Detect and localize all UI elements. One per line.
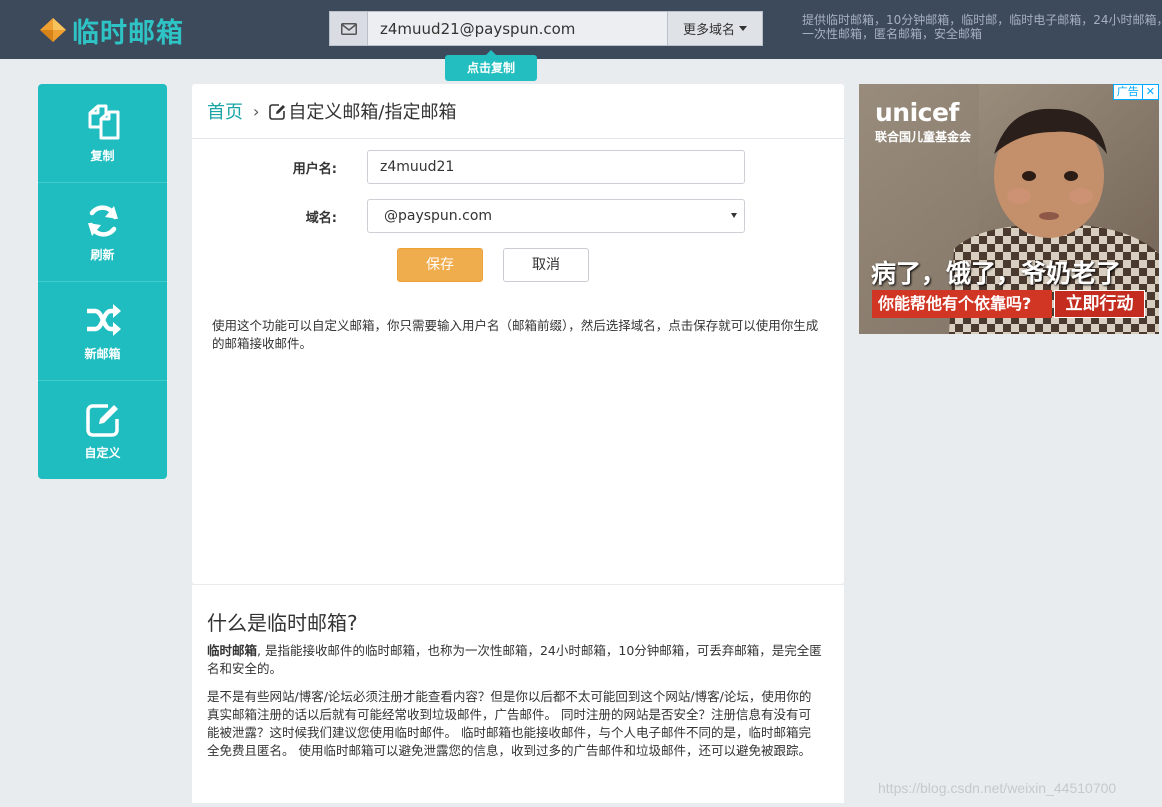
about-paragraph-1: 临时邮箱, 是指能接收邮件的临时邮箱，也称为一次性邮箱，24小时邮箱，10分钟邮… xyxy=(207,642,822,678)
ad-label: 广告 xyxy=(1116,85,1139,98)
unicef-logo: unicef xyxy=(875,98,959,127)
sidebar-item-label: 复制 xyxy=(90,148,115,163)
copy-icon xyxy=(88,104,119,139)
domain-select[interactable]: @payspun.com xyxy=(367,199,745,233)
edit-icon xyxy=(85,403,119,437)
ad-badge[interactable]: 广告 ✕ xyxy=(1112,84,1159,100)
sidebar-item-label: 刷新 xyxy=(90,247,115,262)
username-row: 用户名: z4muud21 xyxy=(192,150,745,184)
email-address-field[interactable]: z4muud21@payspun.com xyxy=(368,11,668,46)
site-tagline: 提供临时邮箱，10分钟邮箱，临时邮，临时电子邮箱，24小时邮箱，一次性邮箱，匿名… xyxy=(802,13,1162,41)
more-domains-label: 更多域名 xyxy=(682,23,735,38)
sidebar-item-copy[interactable]: 复制 xyxy=(38,84,167,183)
refresh-icon xyxy=(87,204,118,237)
sidebar-item-custom[interactable]: 自定义 xyxy=(38,381,167,479)
sidebar-item-label: 新邮箱 xyxy=(84,346,121,361)
top-bar: 临时邮箱 z4muud21@payspun.com 更多域名 提供临时邮箱，10… xyxy=(0,0,1162,59)
breadcrumb-home-link[interactable]: 首页 xyxy=(207,98,243,124)
logo-text: 临时邮箱 xyxy=(72,17,184,49)
domain-row: 域名: @payspun.com xyxy=(192,199,745,233)
breadcrumb-current: 自定义邮箱/指定邮箱 xyxy=(288,102,457,123)
about-section: 什么是临时邮箱? 临时邮箱, 是指能接收邮件的临时邮箱，也称为一次性邮箱，24小… xyxy=(192,585,844,803)
close-icon[interactable]: ✕ xyxy=(1141,85,1158,99)
sidebar-item-label: 自定义 xyxy=(84,445,121,460)
shuffle-icon xyxy=(86,303,121,336)
domain-label: 域名: xyxy=(305,210,337,226)
feature-description: 使用这个功能可以自定义邮箱，你只需要输入用户名（邮箱前缀），然后选择域名，点击保… xyxy=(212,318,819,351)
sidebar-item-new-mailbox[interactable]: 新邮箱 xyxy=(38,282,167,381)
ad-subheadline: 你能帮他有个依靠吗? xyxy=(872,290,1052,318)
sidebar-item-refresh[interactable]: 刷新 xyxy=(38,183,167,282)
username-label: 用户名: xyxy=(292,161,337,177)
edit-icon xyxy=(269,103,286,120)
custom-mailbox-panel: 首页 › 自定义邮箱/指定邮箱 用户名: z4muud21 域名: @paysp… xyxy=(192,84,844,584)
caret-down-icon xyxy=(731,213,737,218)
ad-organization: 联合国儿童基金会 xyxy=(875,130,972,144)
about-definition: , 是指能接收邮件的临时邮箱，也称为一次性邮箱，24小时邮箱，10分钟邮箱，可丢… xyxy=(207,643,822,676)
envelope-icon xyxy=(329,11,368,46)
email-address-group: z4muud21@payspun.com 更多域名 xyxy=(329,11,763,46)
copy-tooltip[interactable]: 点击复制 xyxy=(445,50,537,81)
site-logo[interactable]: 临时邮箱 xyxy=(38,12,184,49)
watermark: https://blog.csdn.net/weixin_44510700 xyxy=(878,780,1117,796)
more-domains-dropdown[interactable]: 更多域名 xyxy=(668,11,763,46)
breadcrumb: 首页 › 自定义邮箱/指定邮箱 xyxy=(192,84,844,139)
unicef-ad-banner[interactable]: 广告 ✕ unicef 联合国儿童基金会 病了，饿了，爷奶老了 你能帮他有个依靠… xyxy=(859,84,1159,334)
about-term: 临时邮箱 xyxy=(207,643,258,658)
caret-down-icon xyxy=(739,26,747,31)
username-input[interactable]: z4muud21 xyxy=(367,150,745,184)
ad-cta-button[interactable]: 立即行动 xyxy=(1054,290,1145,318)
about-paragraph-2: 是不是有些网站/博客/论坛必须注册才能查看内容？但是你以后都不太可能回到这个网站… xyxy=(207,689,812,758)
chevron-right-icon: › xyxy=(253,101,260,121)
cancel-button[interactable]: 取消 xyxy=(503,248,589,282)
ad-headline: 病了，饿了，爷奶老了 xyxy=(871,259,1122,288)
logo-icon xyxy=(40,18,66,42)
save-button[interactable]: 保存 xyxy=(397,248,483,282)
about-title: 什么是临时邮箱? xyxy=(207,611,358,635)
domain-select-value: @payspun.com xyxy=(384,208,493,224)
sidebar: 复制 刷新 新邮箱 自定义 xyxy=(38,84,167,479)
